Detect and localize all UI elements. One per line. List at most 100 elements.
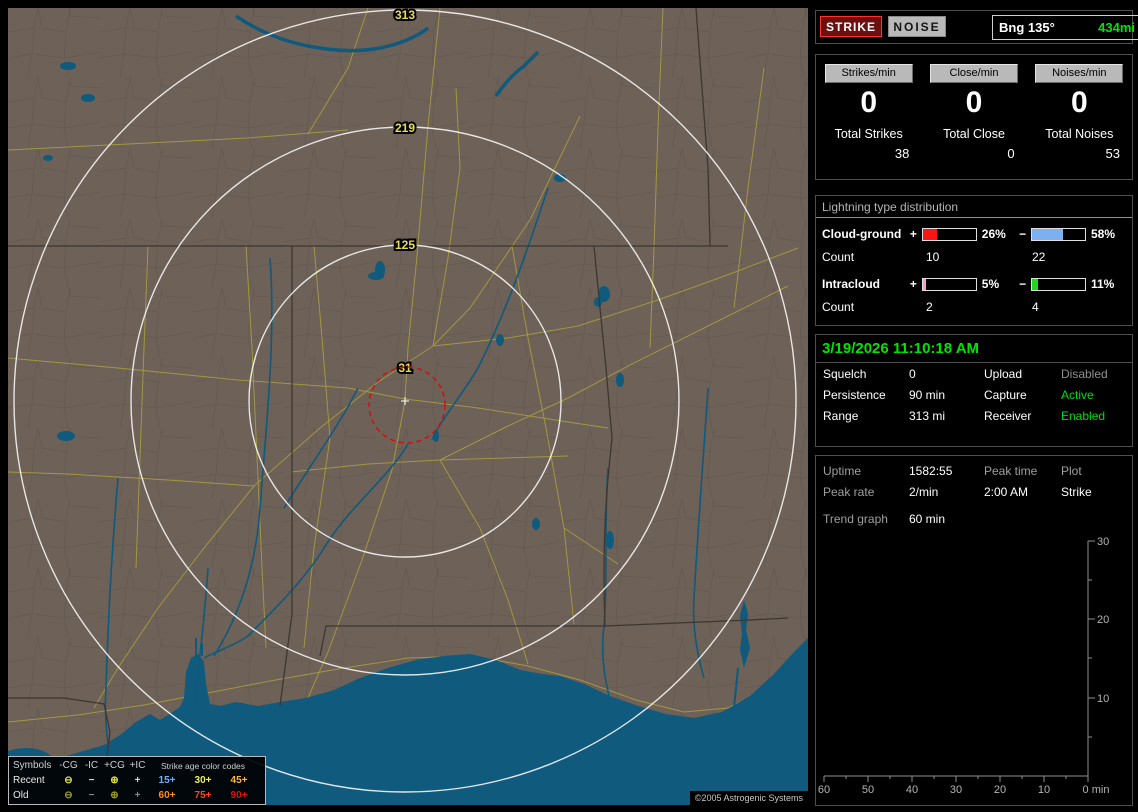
pos-ic-old-icon: + [134,790,141,801]
settings-row: Range 313 mi Receiver Enabled [816,406,1132,426]
intracloud-negative-bar [1031,277,1086,291]
trend-panel: Uptime 1582:55 Peak time Plot Peak rate … [815,455,1133,806]
peak-rate-value: 2/min [909,485,939,499]
app-window: 313 219 125 31 Symbols -CG -IC +CG +IC S… [0,0,1138,812]
total-noises-label: Total Noises [1045,127,1114,141]
cloud-ground-row: Cloud-ground + 26% − 58% [816,222,1132,246]
strikes-per-min-button[interactable]: Strikes/min [824,64,913,83]
intracloud-positive-count: 2 [926,300,933,314]
cloud-ground-negative-count: 22 [1032,250,1046,264]
total-noises-value: 53 [1105,146,1120,161]
persistence-label: Persistence [823,388,886,402]
uptime-value: 1582:55 [909,464,953,478]
cloud-ground-negative-bar [1031,227,1086,241]
x-tick-40: 40 [906,784,918,796]
plot-label: Plot [1061,464,1082,478]
intracloud-positive-pct: 5% [981,277,1000,291]
settings-row: Squelch 0 Upload Disabled [816,364,1132,384]
map-canvas[interactable]: 313 219 125 31 [8,8,808,805]
trend-window-value: 60 min [909,512,946,526]
map-legend: Symbols -CG -IC +CG +IC Strike age color… [8,756,266,805]
plot-value: Strike [1061,485,1092,499]
legend-col-pos-cg: +CG [104,760,125,771]
cloud-ground-label: Cloud-ground [822,227,902,241]
count-label: Count [822,250,855,264]
bearing-distance-value: 434mi [1098,20,1135,35]
upload-status: Disabled [1061,367,1108,381]
total-close-value: 0 [1007,146,1015,161]
settings-row: Persistence 90 min Capture Active [816,385,1132,405]
lightning-map: 313 219 125 31 Symbols -CG -IC +CG +IC S… [8,8,808,805]
y-tick-30: 30 [1097,536,1109,548]
strikes-per-min-value: 0 [860,86,877,119]
pos-cg-recent-icon: ⊕ [110,775,119,786]
squelch-value: 0 [909,367,916,381]
cloud-ground-positive-count: 10 [926,250,940,264]
capture-status: Active [1061,388,1094,402]
ring-label-125: 125 [395,238,415,252]
noise-mode-button[interactable]: NOISE [888,16,946,37]
range-label: Range [823,409,859,423]
receiver-status: Enabled [1061,409,1106,423]
x-tick-0-min: 0 min [1083,784,1110,796]
uptime-label: Uptime [823,464,862,478]
legend-col-neg-ic: -IC [84,760,99,771]
age-code-90: 90+ [230,790,248,801]
pos-cg-old-icon: ⊕ [110,790,119,801]
minus-sign: − [1019,227,1027,241]
bearing-label: Bng 135° [999,20,1055,35]
legend-col-neg-cg: -CG [59,760,78,771]
capture-label: Capture [984,388,1027,402]
neg-ic-old-icon: − [88,790,95,801]
trend-graph-chart: 30 20 10 60 50 40 30 20 10 0 min [818,536,1110,796]
ring-label-219: 219 [395,121,415,135]
intracloud-row: Intracloud + 5% − 11% [816,272,1132,296]
x-tick-30: 30 [950,784,962,796]
datetime-display: 3/19/2026 11:10:18 AM [816,335,1132,363]
noises-column: Noises/min 0 Total Noises 53 [1027,55,1132,179]
legend-col-pos-ic: +IC [129,760,146,771]
mode-bar: STRIKE NOISE Bng 135° 434mi [815,10,1138,44]
plus-sign: + [909,227,917,241]
count-label: Count [822,300,855,314]
peak-time-value: 2:00 AM [984,485,1029,499]
peak-time-label: Peak time [984,464,1038,478]
rate-stats-panel: Strikes/min 0 Total Strikes 38 Close/min… [815,54,1133,180]
strikes-column: Strikes/min 0 Total Strikes 38 [816,55,921,179]
age-code-30: 30+ [194,775,212,786]
pos-ic-recent-icon: + [134,775,141,786]
intracloud-positive-bar [922,277,977,291]
noises-per-min-value: 0 [1070,86,1088,119]
strike-mode-button[interactable]: STRIKE [820,16,882,37]
peak-rate-label: Peak rate [823,485,875,499]
neg-cg-old-icon: ⊖ [64,790,73,801]
close-per-min-button[interactable]: Close/min [929,64,1018,83]
age-code-60: 60+ [158,790,176,801]
age-code-45: 45+ [230,775,248,786]
intracloud-negative-count: 4 [1032,300,1039,314]
age-code-15: 15+ [158,775,176,786]
chart-axes [823,540,1095,782]
distribution-title: Lightning type distribution [816,196,1132,218]
x-tick-60: 60 [818,784,830,796]
stats-row: Peak rate 2/min 2:00 AM Strike [816,482,1132,502]
receiver-label: Receiver [984,409,1032,423]
cloud-ground-count-row: Count 10 22 [816,246,1132,268]
legend-age-header: Strike age color codes [160,760,246,771]
neg-cg-recent-icon: ⊖ [64,775,73,786]
plus-sign: + [909,277,917,291]
copyright-text: ©2005 Astrogenic Systems [689,791,808,805]
x-tick-10: 10 [1038,784,1050,796]
x-tick-20: 20 [994,784,1006,796]
range-value: 313 mi [909,409,946,423]
total-close-label: Total Close [943,127,1005,141]
noises-per-min-button[interactable]: Noises/min [1035,64,1124,83]
total-strikes-value: 38 [894,146,910,161]
distribution-panel: Lightning type distribution Cloud-ground… [815,195,1133,326]
intracloud-label: Intracloud [822,277,881,291]
legend-symbols-header: Symbols [13,760,52,771]
minus-sign: − [1019,277,1027,291]
cloud-ground-positive-bar [922,227,977,241]
x-tick-50: 50 [862,784,874,796]
age-code-75: 75+ [194,790,212,801]
